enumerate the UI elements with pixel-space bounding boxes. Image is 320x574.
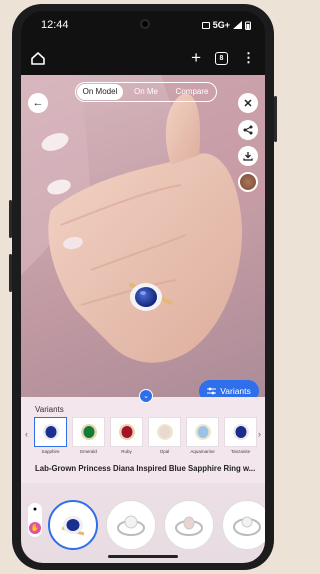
variant-opal[interactable]: Opal <box>148 417 181 454</box>
download-button[interactable] <box>238 146 258 166</box>
ring-thumbnail-icon <box>232 424 249 440</box>
variant-emerald[interactable]: Emerald <box>72 417 105 454</box>
variant-label: Sapphire <box>41 449 60 454</box>
more-menu-icon[interactable]: ⋮ <box>242 51 255 64</box>
person-icon: ● <box>32 506 38 513</box>
mode-on-model[interactable]: On Model <box>77 84 123 100</box>
home-indicator <box>108 555 178 558</box>
back-arrow-icon: ← <box>32 97 44 109</box>
scroll-right-icon[interactable]: › <box>258 429 261 439</box>
ring-thumbnail-icon <box>156 424 173 440</box>
front-camera <box>140 19 150 29</box>
tabs-count-button[interactable]: 8 <box>215 51 228 65</box>
variant-list: Sapphire Emerald Ruby Opal Aquamarine Ta… <box>34 417 257 454</box>
status-time: 12:44 <box>41 19 69 31</box>
variant-aquamarine[interactable]: Aquamarine <box>186 417 219 454</box>
variant-sapphire[interactable]: Sapphire <box>34 417 67 454</box>
volume-button <box>274 96 277 142</box>
signal-icon <box>233 21 242 29</box>
product-thumbnails <box>48 500 265 550</box>
network-label: 5G+ <box>212 20 230 30</box>
variant-ruby[interactable]: Ruby <box>110 417 143 454</box>
home-icon[interactable] <box>31 51 45 65</box>
model-toggle[interactable]: ● ✋ <box>28 503 42 537</box>
product-thumb-twist[interactable] <box>222 500 265 550</box>
model-photo: ← On Model On Me Compare ✕ Variants <box>21 75 265 421</box>
variant-tanzanite[interactable]: Tanzanite <box>224 417 257 454</box>
back-button[interactable]: ← <box>28 93 48 113</box>
variants-panel: Variants ‹ Sapphire Emerald Ruby Opal Aq… <box>21 397 265 483</box>
collapse-panel-button[interactable]: ⌄ <box>139 389 153 403</box>
status-icons: 5G+ <box>201 20 251 30</box>
download-icon <box>243 152 253 161</box>
battery-icon <box>245 21 251 30</box>
sliders-icon <box>207 387 217 395</box>
ring-thumbnail-icon <box>194 424 211 440</box>
product-thumb-sapphire[interactable] <box>48 500 98 550</box>
app-bar: + 8 ⋮ <box>21 41 265 75</box>
screen: 12:44 5G+ + 8 ⋮ ← On Model On Me Compare… <box>21 11 265 563</box>
share-button[interactable] <box>238 120 258 140</box>
product-thumb-pink[interactable] <box>164 500 214 550</box>
ring-image <box>233 516 261 536</box>
close-icon: ✕ <box>243 97 253 110</box>
ring-image <box>61 516 85 536</box>
hand-with-ring-image <box>21 75 265 363</box>
product-tray: ● ✋ <box>21 483 265 563</box>
variant-label: Opal <box>159 449 170 454</box>
product-thumb-solitaire[interactable] <box>106 500 156 550</box>
variants-title: Variants <box>35 405 64 414</box>
hand-icon: ✋ <box>29 522 41 534</box>
ring-image <box>117 515 145 536</box>
view-mode-switch: On Model On Me Compare <box>75 82 217 102</box>
ring-thumbnail-icon <box>42 424 59 440</box>
notification-icon <box>201 21 210 29</box>
tabs-count: 8 <box>219 54 224 62</box>
variants-button-label: Variants <box>220 386 251 396</box>
ring-thumbnail-icon <box>80 424 97 440</box>
power-button <box>9 200 12 238</box>
variant-label: Aquamarine <box>190 449 215 454</box>
ring-image <box>175 516 203 536</box>
skin-tone-selector[interactable] <box>238 172 258 192</box>
new-tab-icon[interactable]: + <box>191 49 201 66</box>
close-button[interactable]: ✕ <box>238 93 258 113</box>
mode-on-me[interactable]: On Me <box>123 84 169 100</box>
chevron-down-icon: ⌄ <box>143 393 149 400</box>
variant-label: Tanzanite <box>230 449 251 454</box>
variant-label: Emerald <box>80 449 97 454</box>
mode-compare[interactable]: Compare <box>169 84 215 100</box>
scroll-left-icon[interactable]: ‹ <box>25 429 28 439</box>
share-icon <box>243 125 253 135</box>
ring-thumbnail-icon <box>118 424 135 440</box>
variant-label: Ruby <box>121 449 132 454</box>
product-title: Lab-Grown Princess Diana Inspired Blue S… <box>35 464 256 473</box>
side-button <box>9 254 12 292</box>
